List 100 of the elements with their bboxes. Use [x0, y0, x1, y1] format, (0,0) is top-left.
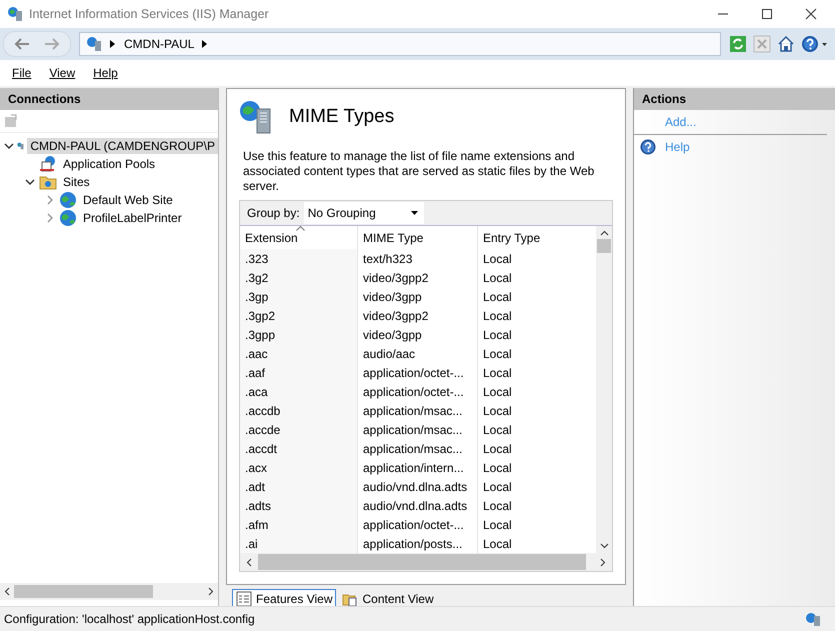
table-cell: application/octet-...	[358, 515, 478, 534]
table-cell: .aca	[240, 382, 358, 401]
panel-header: Connections	[0, 88, 218, 110]
table-cell-text: Local	[482, 270, 513, 286]
home-icon[interactable]	[777, 35, 795, 53]
tree-item[interactable]: Application Pools	[60, 156, 158, 172]
table-cell: .afm	[240, 515, 358, 534]
table-cell: application/msac...	[358, 439, 478, 458]
table-cell: .ai	[240, 534, 358, 553]
help-icon[interactable]	[801, 35, 829, 53]
table-cell: .aaf	[240, 363, 358, 382]
maximize-icon[interactable]	[761, 8, 773, 20]
scroll-left-icon[interactable]	[246, 558, 252, 566]
expand-chevron-icon[interactable]	[46, 195, 54, 205]
table-cell-text: Local	[482, 516, 513, 534]
scrollbar-thumb[interactable]	[14, 585, 153, 598]
server-status-icon	[805, 611, 821, 627]
server-icon	[86, 36, 102, 52]
table-cell: .accde	[240, 420, 358, 439]
globe-icon	[59, 209, 77, 227]
table-cell: application/msac...	[358, 420, 478, 439]
table-cell: video/3gpp2	[358, 306, 478, 325]
panel-header: Actions	[634, 88, 835, 110]
dropdown-caret-icon	[410, 211, 418, 215]
table-cell: .adt	[240, 477, 358, 496]
table-cell-text: Local	[482, 364, 513, 382]
table-cell: .accdt	[240, 439, 358, 458]
window-title: Internet Information Services (IIS) Manager	[29, 7, 270, 21]
table-cell: video/3gpp	[358, 325, 478, 344]
sort-ascending-icon	[296, 226, 305, 231]
table-cell-text: Local	[482, 460, 513, 476]
globe-icon	[59, 191, 77, 209]
tree-item[interactable]: CMDN-PAUL (CAMDENGROUP\P	[27, 138, 218, 154]
breadcrumb-item[interactable]: CMDN-PAUL	[124, 37, 194, 51]
table-cell: application/intern...	[358, 458, 478, 477]
address-bar[interactable]: CMDN-PAUL	[79, 32, 721, 56]
feature-title: MIME Types	[289, 106, 394, 128]
table-cell: audio/aac	[358, 344, 478, 363]
scroll-left-icon[interactable]	[4, 587, 10, 596]
table-cell: application/msac...	[358, 401, 478, 420]
breadcrumb-arrow-icon[interactable]	[202, 40, 208, 48]
group-by-dropdown[interactable]: No Grouping	[304, 202, 424, 224]
table-cell: .323	[240, 249, 358, 268]
breadcrumb-arrow-icon[interactable]	[110, 40, 116, 48]
menu-item[interactable]: View	[49, 66, 76, 80]
scrollbar-thumb[interactable]	[258, 554, 586, 570]
table-cell: .3gpp	[240, 325, 358, 344]
tree-item[interactable]: Default Web Site	[80, 192, 176, 208]
table-cell-text: Local	[482, 498, 513, 514]
navigation-buttons[interactable]	[3, 31, 71, 57]
refresh-icon[interactable]	[729, 35, 747, 53]
table-cell-text: Local	[482, 326, 513, 344]
table-cell-text: Local	[482, 440, 513, 458]
menu-item[interactable]: Help	[93, 66, 118, 80]
application-pool-icon	[39, 155, 57, 173]
table-cell: audio/vnd.dlna.adts	[358, 496, 478, 515]
table-cell: .3gp2	[240, 306, 358, 325]
tree-item[interactable]: ProfileLabelPrinter	[80, 210, 185, 226]
column-header[interactable]: MIME Type	[358, 226, 478, 249]
scroll-right-icon[interactable]	[208, 587, 214, 596]
status-text: Configuration: 'localhost' applicationHost.config	[4, 612, 255, 626]
table-cell: .3g2	[240, 268, 358, 287]
horizontal-scrollbar[interactable]	[240, 553, 612, 571]
back-icon[interactable]	[14, 37, 30, 51]
table-cell-text: Local	[482, 308, 513, 324]
collapse-chevron-icon[interactable]	[25, 178, 35, 186]
app-icon	[7, 6, 23, 22]
table-cell: video/3gpp2	[358, 268, 478, 287]
table-cell-text: Local	[482, 346, 513, 362]
table-cell-text: Local	[482, 384, 513, 400]
feature-description: Use this feature to manage the list of file name extensions and associated content types that are served as static files by the Web server.	[243, 149, 596, 194]
table-cell: text/h323	[358, 249, 478, 268]
scrollbar-thumb[interactable]	[597, 239, 611, 253]
close-icon[interactable]	[805, 8, 817, 20]
scroll-up-icon[interactable]	[600, 230, 608, 236]
table-cell: .accdb	[240, 401, 358, 420]
tree-item[interactable]: Sites	[60, 174, 93, 190]
scroll-right-icon[interactable]	[600, 558, 606, 566]
table-cell: video/3gpp	[358, 287, 478, 306]
expand-chevron-icon[interactable]	[46, 213, 54, 223]
features-view-icon	[236, 591, 252, 607]
view-tab[interactable]: Content View	[338, 589, 438, 609]
table-cell-text: Local	[482, 250, 513, 268]
table-cell-text: Local	[482, 288, 513, 306]
scroll-down-icon[interactable]	[600, 543, 608, 549]
collapse-chevron-icon[interactable]	[4, 142, 14, 150]
table-cell: .3gp	[240, 287, 358, 306]
vertical-scrollbar[interactable]	[596, 226, 612, 553]
table-cell: application/octet-...	[358, 382, 478, 401]
menu-item[interactable]: File	[12, 66, 32, 80]
help-icon	[640, 139, 656, 155]
table-cell: .acx	[240, 458, 358, 477]
table-cell: .aac	[240, 344, 358, 363]
group-by-label: Group by:	[247, 206, 300, 220]
table-cell-text: Local	[482, 402, 513, 420]
table-cell-text: Local	[482, 478, 513, 496]
table-cell-text: Local	[482, 422, 513, 438]
column-header[interactable]: Entry Type	[478, 226, 594, 249]
table-cell: application/octet-...	[358, 363, 478, 382]
horizontal-scrollbar[interactable]	[0, 583, 218, 600]
